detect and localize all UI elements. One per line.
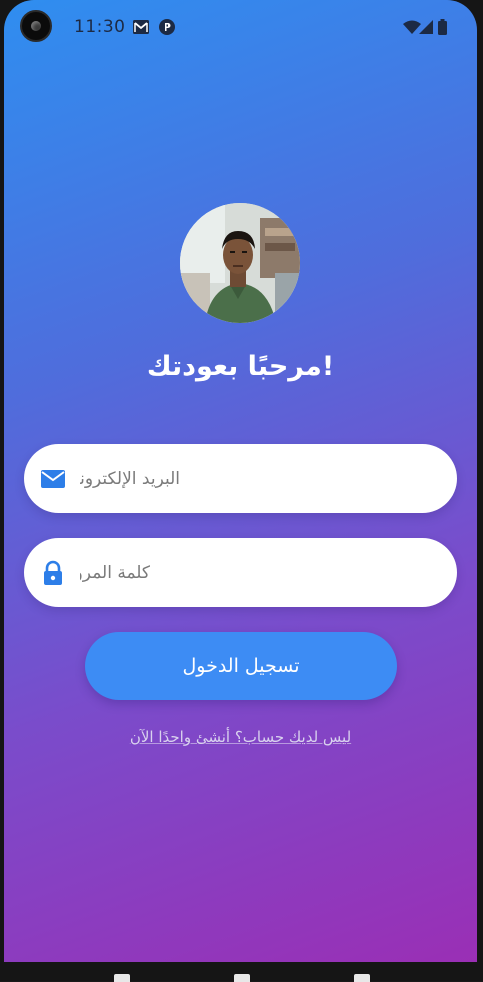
mail-icon (41, 470, 65, 488)
login-button[interactable]: تسجيل الدخول (85, 632, 397, 700)
gmail-icon (132, 18, 150, 36)
battery-icon (438, 18, 447, 36)
p-icon (158, 18, 176, 36)
camera-icon (20, 10, 52, 42)
email-input[interactable] (80, 444, 440, 513)
signal-icon (419, 18, 433, 36)
welcome-title: !مرحبًا بعودتك (146, 351, 335, 382)
signup-link[interactable]: ليس لديك حساب؟ أنشئ واحدًا الآن (4, 728, 477, 746)
status-bar: 11:30 (4, 0, 477, 56)
device-frame: 11:30 !مرحبًا بعودتك البريد الإلكتروني ت… (0, 0, 483, 982)
password-input[interactable] (80, 538, 440, 607)
avatar (180, 203, 300, 323)
login-screen: 11:30 !مرحبًا بعودتك البريد الإلكتروني ت… (4, 0, 477, 962)
email-field[interactable] (24, 444, 457, 513)
status-time: 11:30 (74, 17, 126, 37)
password-field[interactable] (24, 538, 457, 607)
lock-icon (44, 560, 62, 585)
navigation-bar (0, 962, 483, 982)
